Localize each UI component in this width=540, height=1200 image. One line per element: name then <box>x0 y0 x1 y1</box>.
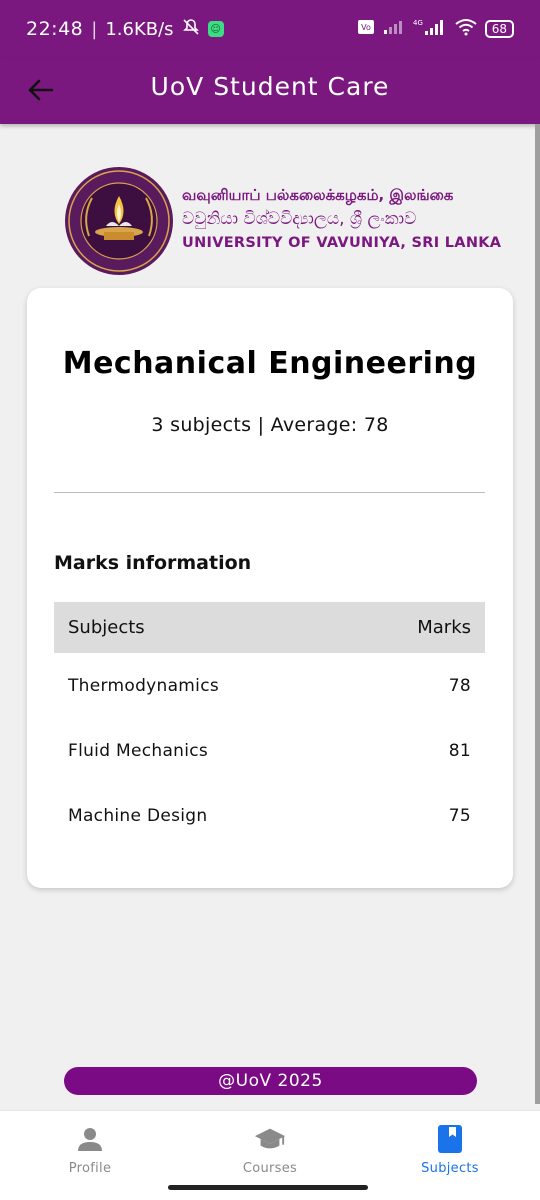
home-indicator[interactable] <box>168 1185 368 1190</box>
footer-copyright: @UoV 2025 <box>64 1067 477 1095</box>
signal-1-icon <box>383 19 405 40</box>
graduation-cap-icon <box>254 1123 286 1155</box>
university-seal-icon <box>65 167 173 275</box>
row-marks: 78 <box>448 675 471 696</box>
status-right: Vo 4G 68 <box>357 18 514 41</box>
app-notification-icon: ☺ <box>207 21 224 37</box>
row-subject: Thermodynamics <box>68 675 219 696</box>
row-subject: Fluid Mechanics <box>68 740 209 761</box>
nav-item-profile[interactable]: Profile <box>0 1111 180 1200</box>
header-marks: Marks <box>417 617 471 638</box>
logo-text: வவுனியாப் பல்கலைக்கழகம், இலங்கை වවුනියා … <box>182 184 502 254</box>
scrollbar[interactable] <box>535 124 540 1104</box>
app-bar: UoV Student Care <box>0 58 540 124</box>
table-row: Thermodynamics 78 <box>54 653 485 718</box>
svg-text:Vo: Vo <box>361 23 371 32</box>
book-icon <box>434 1123 466 1155</box>
app-title: UoV Student Care <box>150 72 390 101</box>
battery-indicator: 68 <box>484 20 514 38</box>
svg-text:4G: 4G <box>413 19 423 27</box>
status-left: 22:48 | 1.6KB/s ☺ <box>26 18 224 41</box>
logo-sinhala-name: වවුනියා විශ්වවිද්‍යාලය, ශ්‍රී ලංකාව <box>182 209 417 229</box>
row-marks: 75 <box>448 805 471 826</box>
wifi-icon <box>455 18 477 41</box>
status-time: 22:48 <box>26 18 84 40</box>
nav-label-courses: Courses <box>242 1161 298 1176</box>
row-subject: Machine Design <box>68 805 208 826</box>
status-separator: | <box>91 18 98 40</box>
nav-label-profile: Profile <box>68 1161 112 1176</box>
row-marks: 81 <box>448 740 471 761</box>
table-row: Machine Design 75 <box>54 783 485 848</box>
logo-tamil-name: வவுனியாப் பல்கலைக்கழகம், இலங்கை <box>182 186 454 204</box>
divider <box>54 492 485 493</box>
course-summary: 3 subjects | Average: 78 <box>151 414 389 436</box>
course-card: Mechanical Engineering 3 subjects | Aver… <box>27 288 513 888</box>
header-subjects: Subjects <box>68 617 145 638</box>
signal-2-icon: 4G <box>413 18 447 41</box>
table-row: Fluid Mechanics 81 <box>54 718 485 783</box>
logo-english-name: UNIVERSITY OF VAVUNIYA, SRI LANKA <box>182 235 502 251</box>
table-header: Subjects Marks <box>54 602 485 653</box>
sim-icon: Vo <box>357 19 375 40</box>
course-title: Mechanical Engineering <box>62 346 478 381</box>
university-logo: வவுனியாப் பல்கலைக்கழகம், இலங்கை වවුනියා … <box>64 166 501 276</box>
mute-icon <box>182 18 200 41</box>
marks-section-title: Marks information <box>54 552 252 574</box>
status-bar: 22:48 | 1.6KB/s ☺ Vo 4G 68 <box>0 0 540 58</box>
nav-item-subjects[interactable]: Subjects <box>360 1111 540 1200</box>
nav-label-subjects: Subjects <box>421 1161 479 1176</box>
person-icon <box>74 1123 106 1155</box>
network-speed: 1.6KB/s <box>105 18 174 40</box>
marks-table: Subjects Marks Thermodynamics 78 Fluid M… <box>54 602 485 848</box>
